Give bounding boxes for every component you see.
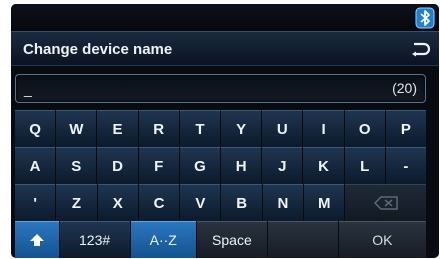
key-o[interactable]: O [344, 110, 385, 147]
blank-key[interactable] [267, 221, 338, 258]
ok-button[interactable]: OK [338, 221, 426, 258]
character-counter: (20) [392, 80, 417, 96]
key-b[interactable]: B [221, 184, 262, 221]
key-x[interactable]: X [97, 184, 138, 221]
key-n[interactable]: N [262, 184, 304, 221]
space-key[interactable]: Space [196, 221, 267, 258]
backspace-key[interactable] [345, 184, 426, 221]
key-c[interactable]: C [138, 184, 180, 221]
head-unit-screen: Change device name _ (20) Q W E R T Y U … [11, 4, 439, 258]
key-g[interactable]: G [179, 147, 221, 184]
key-k[interactable]: K [303, 147, 344, 184]
key-q[interactable]: Q [15, 110, 56, 147]
key-v[interactable]: V [180, 184, 221, 221]
key-y[interactable]: Y [221, 110, 262, 147]
key-s[interactable]: S [56, 147, 97, 184]
bluetooth-icon [415, 7, 435, 29]
keyboard-row-4: 123# A··Z Space OK [15, 221, 426, 258]
key-a[interactable]: A [15, 147, 56, 184]
key-e[interactable]: E [97, 110, 138, 147]
key-apostrophe[interactable]: ' [15, 184, 56, 221]
shift-arrow-icon [29, 234, 44, 246]
keyboard-row-3: ' Z X C V B N M [15, 184, 426, 221]
keyboard-row-1: Q W E R T Y U I O P [15, 110, 427, 147]
onscreen-keyboard: Q W E R T Y U I O P A S D F G H J K L - … [15, 110, 427, 258]
key-i[interactable]: I [303, 110, 344, 147]
numeric-mode-key[interactable]: 123# [59, 221, 130, 258]
alpha-mode-key[interactable]: A··Z [130, 221, 196, 258]
key-z[interactable]: Z [56, 184, 97, 221]
status-bar [11, 4, 439, 31]
key-r[interactable]: R [138, 110, 179, 147]
key-j[interactable]: J [262, 147, 303, 184]
key-w[interactable]: W [56, 110, 97, 147]
key-f[interactable]: F [138, 147, 179, 184]
device-name-input[interactable]: _ (20) [15, 74, 426, 103]
title-bar: Change device name [11, 31, 439, 66]
key-m[interactable]: M [304, 184, 345, 221]
key-l[interactable]: L [344, 147, 385, 184]
page-title: Change device name [23, 41, 173, 58]
backspace-icon [373, 196, 398, 210]
key-p[interactable]: P [385, 110, 427, 147]
shift-key[interactable] [15, 221, 59, 258]
return-arrow-icon[interactable] [405, 35, 433, 61]
key-hyphen[interactable]: - [385, 147, 427, 184]
key-h[interactable]: H [221, 147, 262, 184]
key-t[interactable]: T [179, 110, 221, 147]
keyboard-row-2: A S D F G H J K L - [15, 147, 427, 184]
key-u[interactable]: U [262, 110, 303, 147]
input-cursor: _ [24, 81, 32, 97]
key-d[interactable]: D [97, 147, 138, 184]
